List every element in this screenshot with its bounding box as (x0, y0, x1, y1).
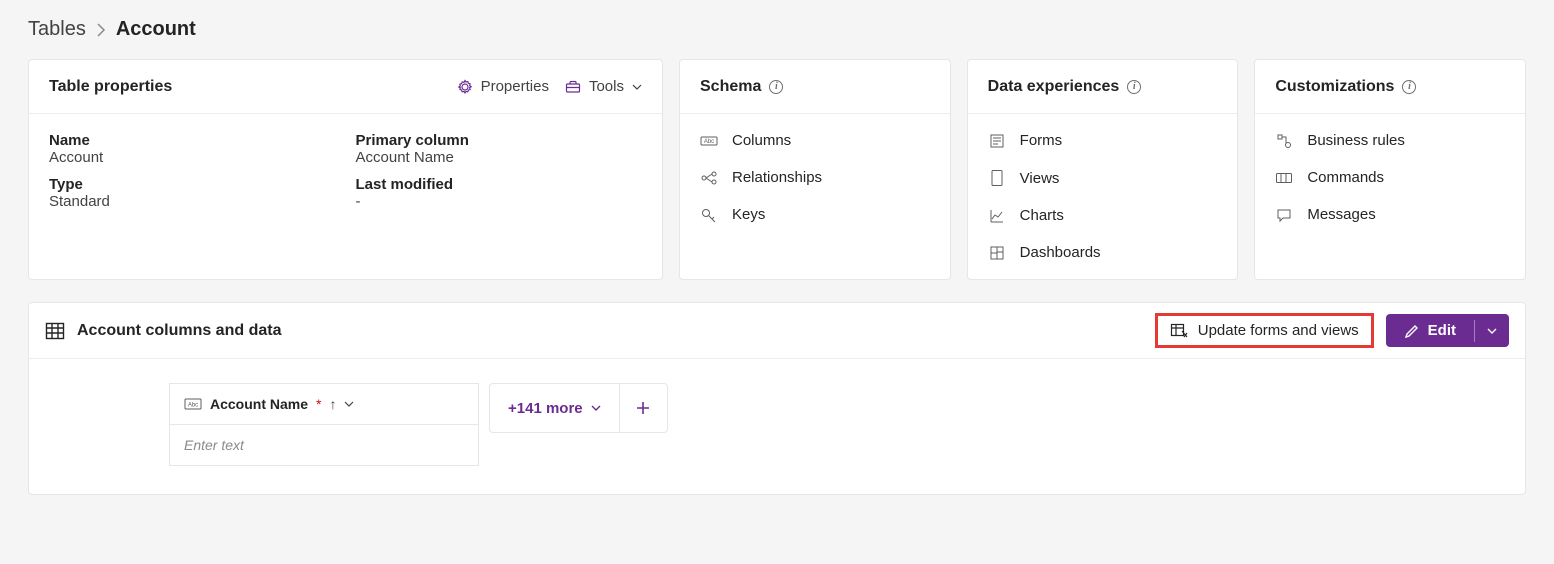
messages-label: Messages (1307, 206, 1375, 223)
forms-link[interactable]: Forms (988, 132, 1218, 149)
info-icon[interactable]: i (1127, 80, 1141, 94)
text-field-icon: Abc (184, 398, 202, 410)
columns-data-section: Account columns and data Update forms an… (28, 302, 1526, 495)
edit-button[interactable]: Edit (1386, 314, 1509, 347)
prop-primary-label: Primary column (356, 132, 643, 149)
properties-button-label: Properties (481, 78, 549, 95)
prop-type-value: Standard (49, 193, 336, 210)
table-properties-card: Table properties Properties Tools (28, 59, 663, 280)
update-forms-views-button[interactable]: Update forms and views (1155, 313, 1374, 348)
update-button-label: Update forms and views (1198, 322, 1359, 339)
tools-button[interactable]: Tools (565, 78, 642, 95)
add-column-button[interactable] (619, 384, 667, 432)
info-icon[interactable]: i (1402, 80, 1416, 94)
card-title-properties: Table properties (49, 78, 172, 96)
prop-modified-value: - (356, 193, 643, 210)
data-section-title: Account columns and data (77, 322, 281, 340)
columns-icon: Abc (700, 134, 718, 148)
prop-name-label: Name (49, 132, 336, 149)
prop-primary-value: Account Name (356, 149, 643, 166)
business-rules-label: Business rules (1307, 132, 1405, 149)
toolbox-icon (565, 79, 581, 95)
edit-button-label: Edit (1428, 322, 1456, 339)
card-title-data-exp: Data experiences (988, 78, 1120, 96)
column-header-label: Account Name (210, 396, 308, 412)
charts-link[interactable]: Charts (988, 207, 1218, 224)
breadcrumb: Tables Account (28, 18, 1526, 41)
data-experiences-card: Data experiences i Forms (967, 59, 1239, 280)
customizations-card: Customizations i Business rules (1254, 59, 1526, 280)
dashboards-link[interactable]: Dashboards (988, 244, 1218, 261)
commands-label: Commands (1307, 169, 1384, 186)
schema-card: Schema i Abc Columns (679, 59, 951, 280)
forms-label: Forms (1020, 132, 1063, 149)
schema-columns-label: Columns (732, 132, 791, 149)
pencil-icon (1404, 323, 1420, 339)
required-indicator: * (316, 396, 321, 412)
chevron-right-icon (96, 23, 106, 37)
chevron-down-icon (632, 84, 642, 90)
relationships-icon (700, 170, 718, 186)
info-icon[interactable]: i (769, 80, 783, 94)
breadcrumb-current: Account (116, 18, 196, 41)
business-rules-link[interactable]: Business rules (1275, 132, 1505, 149)
prop-name-value: Account (49, 149, 336, 166)
more-columns-label: +141 more (508, 400, 583, 417)
update-icon (1170, 323, 1188, 339)
chevron-down-icon[interactable] (344, 401, 354, 407)
column-header-account-name[interactable]: Abc Account Name * ↑ (169, 383, 479, 425)
more-columns-button[interactable]: +141 more (490, 384, 619, 432)
schema-columns-link[interactable]: Abc Columns (700, 132, 930, 149)
tools-button-label: Tools (589, 78, 624, 95)
gear-icon (457, 79, 473, 95)
dashboards-label: Dashboards (1020, 244, 1101, 261)
messages-link[interactable]: Messages (1275, 206, 1505, 223)
messages-icon (1275, 207, 1293, 223)
schema-relationships-label: Relationships (732, 169, 822, 186)
commands-link[interactable]: Commands (1275, 169, 1505, 186)
data-cell-input[interactable]: Enter text (169, 425, 479, 466)
chevron-down-icon (591, 405, 601, 411)
prop-modified-label: Last modified (356, 176, 643, 193)
schema-keys-label: Keys (732, 206, 765, 223)
properties-button[interactable]: Properties (457, 78, 549, 95)
views-icon (988, 169, 1006, 187)
schema-keys-link[interactable]: Keys (700, 206, 930, 223)
table-grid-icon (45, 322, 65, 340)
views-label: Views (1020, 170, 1060, 187)
forms-icon (988, 133, 1006, 149)
sort-asc-icon: ↑ (329, 396, 336, 412)
charts-label: Charts (1020, 207, 1064, 224)
schema-relationships-link[interactable]: Relationships (700, 169, 930, 186)
card-title-custom: Customizations (1275, 78, 1394, 96)
edit-button-split[interactable] (1474, 320, 1509, 342)
svg-text:Abc: Abc (704, 139, 714, 145)
prop-type-label: Type (49, 176, 336, 193)
svg-text:Abc: Abc (188, 403, 198, 409)
commands-icon (1275, 172, 1293, 184)
card-title-schema: Schema (700, 78, 761, 96)
business-rules-icon (1275, 133, 1293, 149)
views-link[interactable]: Views (988, 169, 1218, 187)
charts-icon (988, 208, 1006, 224)
dashboards-icon (988, 245, 1006, 261)
breadcrumb-root[interactable]: Tables (28, 18, 86, 41)
keys-icon (700, 207, 718, 223)
